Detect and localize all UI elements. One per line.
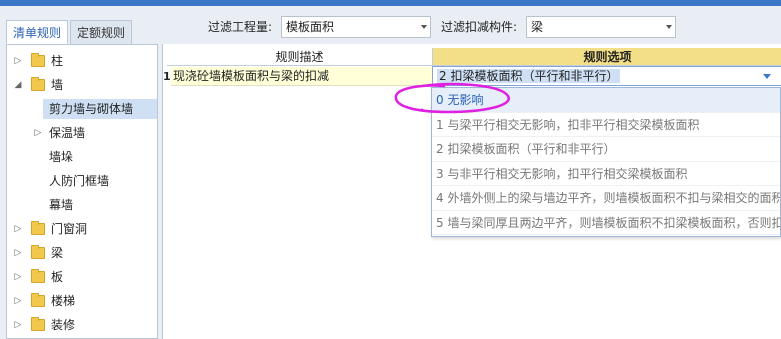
tree-item-stairs[interactable]: ▷ 楼梯 bbox=[7, 291, 157, 311]
tree-item-label: 楼梯 bbox=[51, 294, 76, 308]
tab-bill-rules[interactable]: 清单规则 bbox=[6, 20, 69, 44]
rule-description-cell[interactable]: 现浇砼墙模板面积与梁的扣减 bbox=[171, 67, 432, 86]
tree-item-label: 装修 bbox=[51, 318, 76, 332]
dropdown-option-5[interactable]: 5 墙与梁同厚且两边平齐，则墙模板面积不扣梁模板面积，否则扣 bbox=[432, 211, 780, 235]
filter-quantity-label: 过滤工程量: bbox=[208, 20, 273, 34]
dropdown-option-2[interactable]: 2 扣梁模板面积（平行和非平行） bbox=[432, 137, 780, 162]
collapse-icon[interactable]: ◢ bbox=[13, 80, 23, 90]
chevron-down-icon bbox=[421, 25, 427, 29]
filter-quantity-value: 模板面积 bbox=[286, 20, 335, 34]
tree-item-wall-pier[interactable]: 墙垛 bbox=[49, 147, 73, 167]
row-number: 1 bbox=[163, 70, 171, 83]
dropdown-option-4[interactable]: 4 外墙外侧上的梁与墙边平齐，则墙模板面积不扣与梁相交的面积 bbox=[432, 186, 780, 211]
rule-option-value: 2 扣梁模板面积（平行和非平行） bbox=[437, 69, 621, 83]
rule-option-select[interactable]: 2 扣梁模板面积（平行和非平行） bbox=[432, 66, 781, 86]
header-rule-description: 规则描述 bbox=[167, 48, 432, 66]
tree-item-column[interactable]: ▷ 柱 bbox=[7, 51, 157, 71]
filter-quantity-combo[interactable]: 模板面积 bbox=[281, 16, 431, 38]
chevron-down-icon[interactable] bbox=[763, 74, 771, 79]
expand-icon[interactable]: ▷ bbox=[13, 272, 23, 282]
expand-icon[interactable]: ▷ bbox=[13, 56, 23, 66]
window-top-bar bbox=[0, 0, 781, 6]
filter-member-combo[interactable]: 梁 bbox=[526, 16, 676, 38]
rule-tabs: 清单规则 定额规则 bbox=[6, 20, 134, 44]
tree-item-curtain-wall[interactable]: 幕墙 bbox=[49, 195, 73, 215]
tree-item-label: 柱 bbox=[51, 54, 64, 68]
tree-item-door-window[interactable]: ▷ 门窗洞 bbox=[7, 219, 157, 239]
tree-item-civil-defense-wall[interactable]: 人防门框墙 bbox=[49, 171, 109, 191]
tree-item-decoration[interactable]: ▷ 装修 bbox=[7, 315, 157, 335]
tree-item-label: 门窗洞 bbox=[51, 222, 88, 236]
folder-icon bbox=[31, 293, 45, 307]
folder-icon bbox=[31, 245, 45, 259]
folder-icon bbox=[31, 269, 45, 283]
folder-icon bbox=[31, 53, 45, 67]
tree-item-slab[interactable]: ▷ 板 bbox=[7, 267, 157, 287]
tab-quota-rules[interactable]: 定额规则 bbox=[70, 20, 133, 44]
folder-icon bbox=[31, 77, 45, 91]
expand-icon[interactable]: ▷ bbox=[13, 224, 23, 234]
expand-icon[interactable]: ▷ bbox=[33, 128, 43, 138]
tree-item-label: 保温墙 bbox=[49, 126, 86, 140]
expand-icon[interactable]: ▷ bbox=[13, 320, 23, 330]
dropdown-option-0[interactable]: 0 无影响 bbox=[432, 88, 780, 113]
dropdown-option-1[interactable]: 1 与梁平行相交无影响，扣非平行相交梁模板面积 bbox=[432, 113, 780, 137]
tree-item-label: 墙 bbox=[51, 78, 64, 92]
tree-item-label: 梁 bbox=[51, 246, 64, 260]
tree-item-wall[interactable]: ◢ 墙 bbox=[7, 75, 157, 95]
tree-item-beam[interactable]: ▷ 梁 bbox=[7, 243, 157, 263]
filter-member-value: 梁 bbox=[531, 20, 544, 34]
header-rule-option: 规则选项 bbox=[432, 48, 781, 66]
chevron-down-icon bbox=[666, 25, 672, 29]
folder-icon bbox=[31, 221, 45, 235]
expand-icon[interactable]: ▷ bbox=[13, 296, 23, 306]
expand-icon[interactable]: ▷ bbox=[13, 248, 23, 258]
dropdown-option-3[interactable]: 3 与非平行相交无影响，扣平行相交梁模板面积 bbox=[432, 162, 780, 186]
tree-item-shear-wall[interactable]: 剪力墙与砌体墙 bbox=[43, 99, 157, 119]
filter-member-label: 过滤扣减构件: bbox=[441, 20, 518, 34]
component-tree: ▷ 柱 ◢ 墙 剪力墙与砌体墙 ▷ 保温墙 墙垛 人防门框墙 幕墙 ▷ 门窗洞 … bbox=[6, 44, 158, 339]
tree-item-insulation-wall[interactable]: ▷ 保温墙 bbox=[7, 123, 157, 143]
folder-icon bbox=[31, 317, 45, 331]
rule-option-dropdown: 0 无影响 1 与梁平行相交无影响，扣非平行相交梁模板面积 2 扣梁模板面积（平… bbox=[431, 87, 781, 237]
tree-item-label: 板 bbox=[51, 270, 64, 284]
